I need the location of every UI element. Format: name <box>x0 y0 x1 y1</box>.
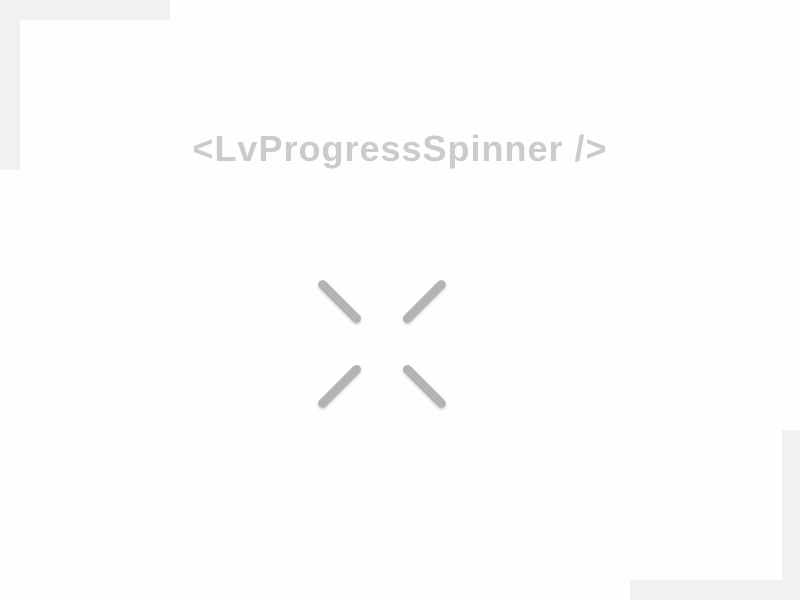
component-title: <LvProgressSpinner /> <box>192 128 608 169</box>
corner-frame-top-left-horizontal <box>0 0 170 20</box>
corner-frame-bottom-right-vertical <box>782 430 800 600</box>
spinner-spoke <box>318 364 362 408</box>
spinner-spoke <box>318 280 362 324</box>
loading-spinner-icon <box>293 255 471 433</box>
spinner-spoke <box>402 364 446 408</box>
spinner-spoke <box>402 280 446 324</box>
progress-spinner <box>292 254 472 434</box>
corner-frame-bottom-right-horizontal <box>630 580 800 600</box>
canvas: <LvProgressSpinner /> <box>0 0 800 600</box>
